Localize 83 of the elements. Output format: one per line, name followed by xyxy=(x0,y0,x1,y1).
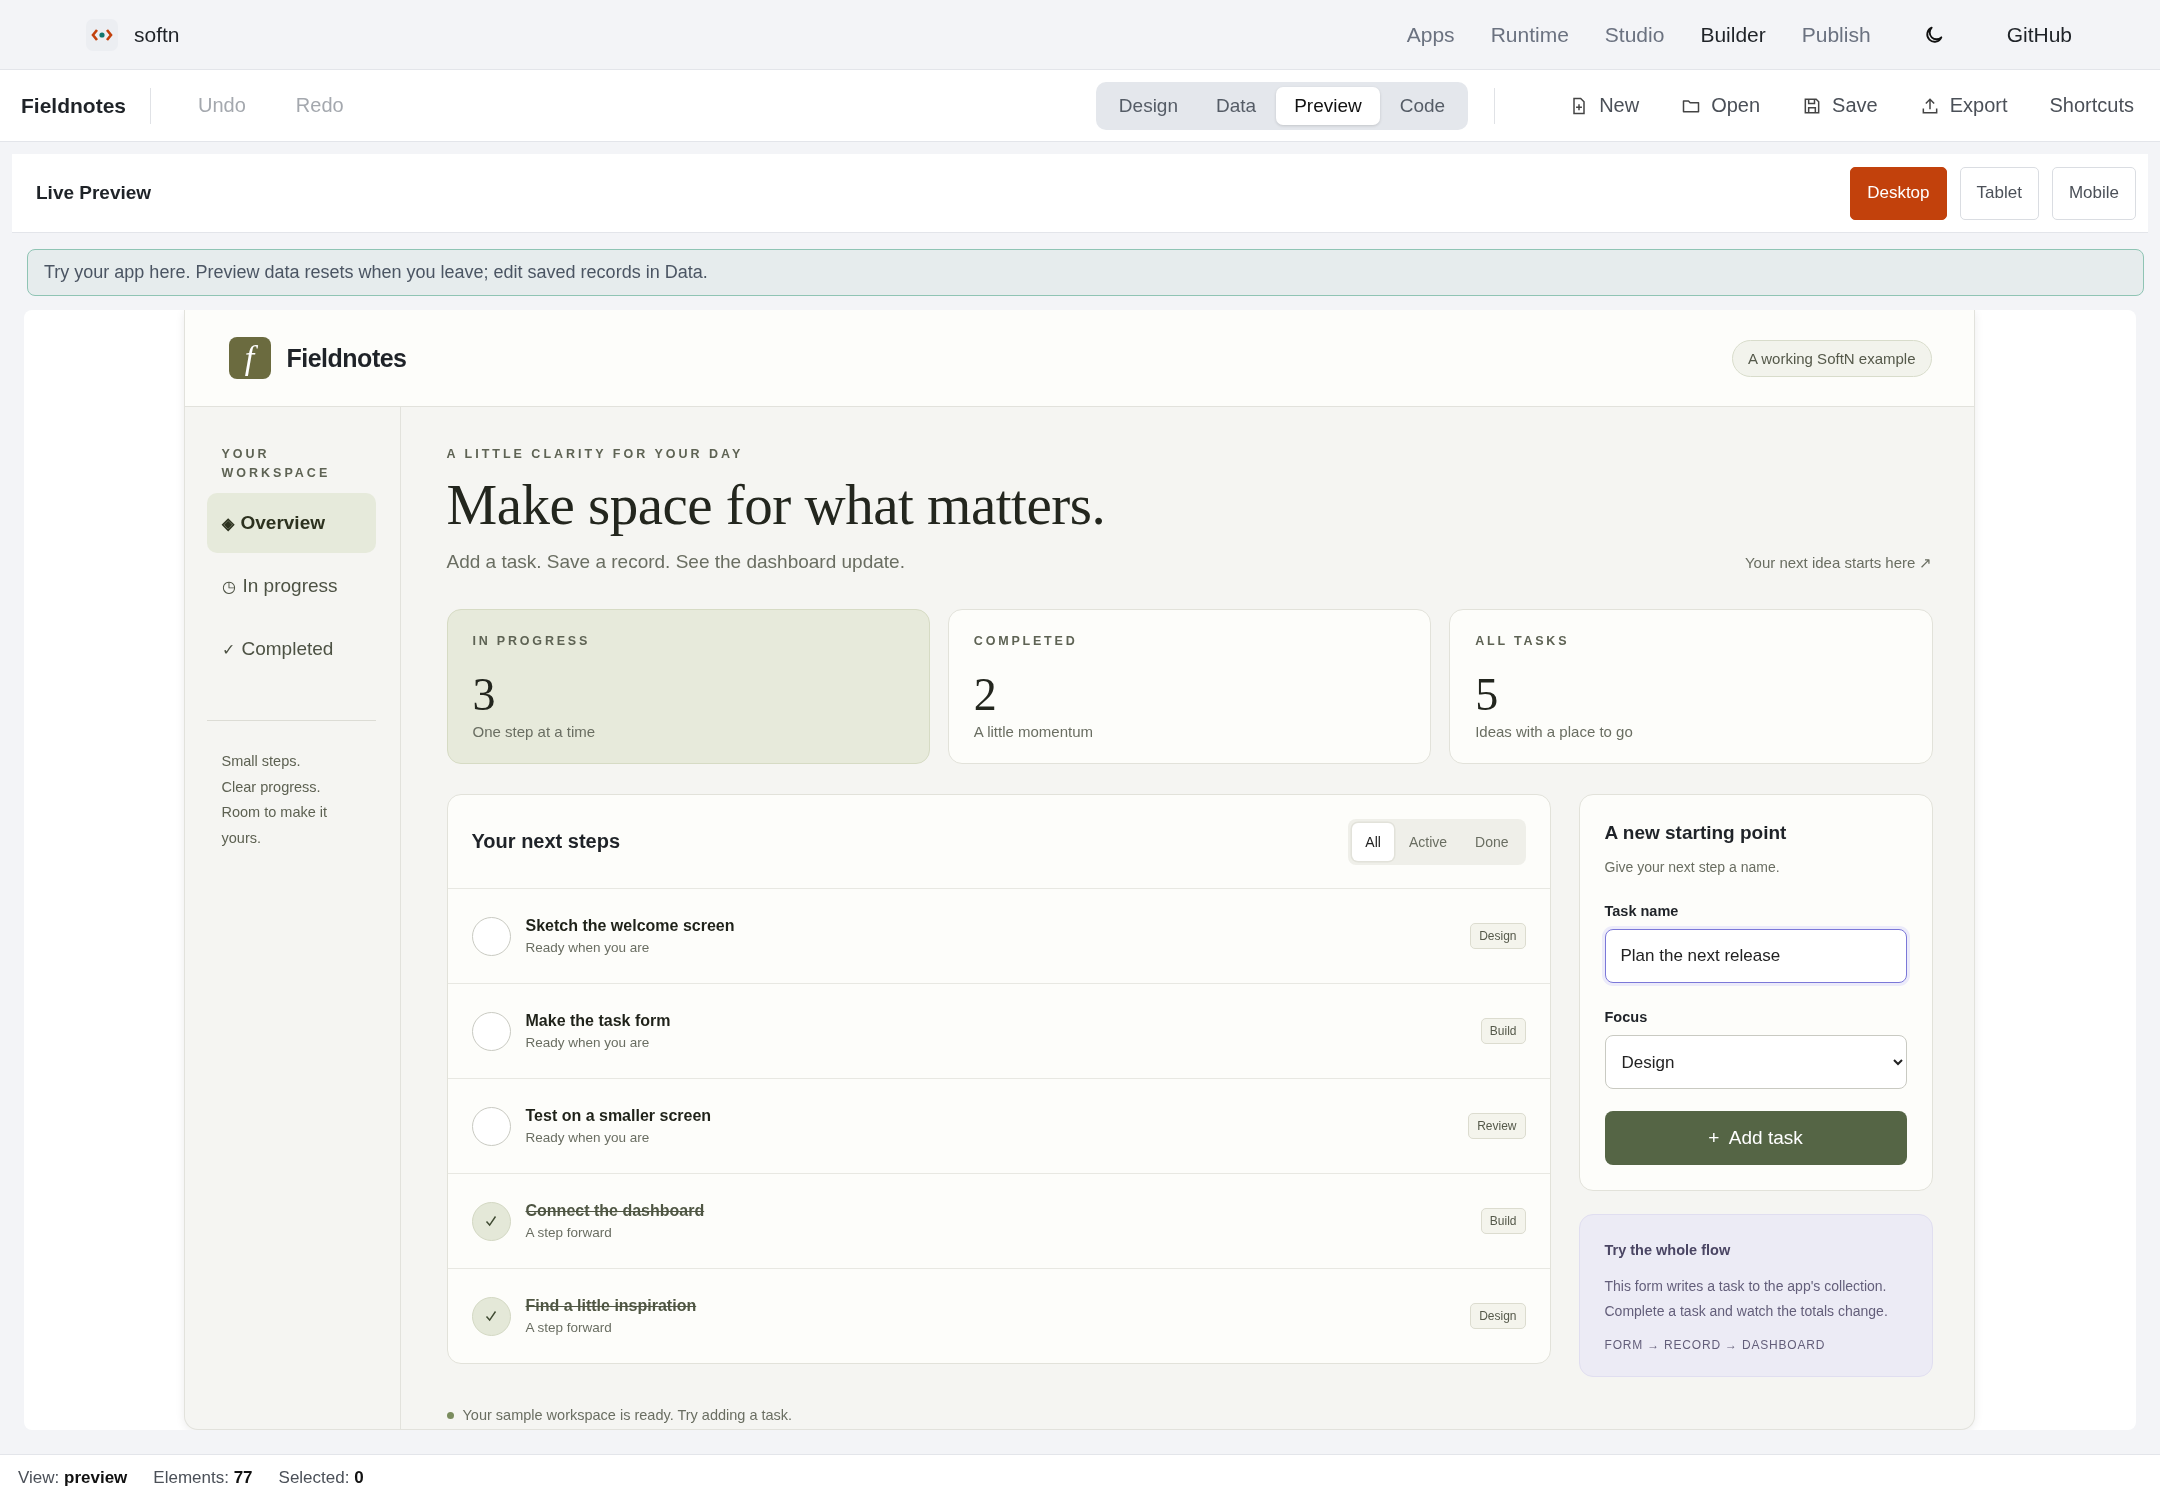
eyebrow-text: A LITTLE CLARITY FOR YOUR DAY xyxy=(446,447,745,461)
toolbar-button[interactable]: New xyxy=(1569,94,1640,117)
task-tag: Design xyxy=(1470,1303,1526,1329)
sidebar-item[interactable]: ◷ In progress xyxy=(206,556,376,616)
sidebar-item[interactable]: ◈ Overview xyxy=(206,493,376,553)
task-checkbox[interactable] xyxy=(471,1106,511,1146)
tip-text: This form writes a task to the app's collection. Complete a task and watch the totals change. xyxy=(1604,1277,1889,1321)
task-checkbox[interactable] xyxy=(471,916,511,956)
task-checkbox[interactable] xyxy=(471,1296,511,1336)
idea-link[interactable]: Your next idea starts here ↗ xyxy=(1744,554,1933,572)
focus-select[interactable]: Design xyxy=(1604,1035,1907,1089)
sidebar-note: Small steps. Clear progress. Room to make it yours. xyxy=(220,752,329,848)
form-title: A new starting point xyxy=(1604,822,1788,844)
sidebar-item[interactable]: ✓ Completed xyxy=(206,619,376,679)
stat-caption: One step at a time xyxy=(472,723,597,740)
status-item: View: preview xyxy=(18,1467,128,1488)
brand-mark: f xyxy=(228,337,271,379)
task-title: Find a little inspiration xyxy=(525,1297,698,1315)
status-dot xyxy=(446,1411,454,1419)
filter-tab[interactable]: Active xyxy=(1395,822,1461,861)
nav-link[interactable]: Publish xyxy=(1801,22,1871,47)
stat-label: IN PROGRESS xyxy=(472,634,592,648)
stat-caption: Ideas with a place to go xyxy=(1475,723,1634,740)
toolbar-button[interactable]: Export xyxy=(1919,94,2008,117)
nav-link[interactable]: Studio xyxy=(1604,22,1665,47)
nav-link[interactable]: Apps xyxy=(1406,22,1455,47)
flow-text: FORM → RECORD → DASHBOARD xyxy=(1604,1338,1827,1352)
brand-name[interactable]: softn xyxy=(134,22,180,47)
tip-title: Try the whole flow xyxy=(1604,1242,1732,1258)
logo-icon xyxy=(86,18,118,51)
form-hint: Give your next step a name. xyxy=(1604,859,1781,875)
sidebar-heading: YOUR WORKSPACE xyxy=(221,446,332,482)
task-tag: Build xyxy=(1480,1208,1526,1234)
device-button[interactable]: Mobile xyxy=(2051,166,2136,220)
task-checkbox[interactable] xyxy=(471,1011,511,1051)
task-tag: Build xyxy=(1480,1018,1526,1044)
panel-title: Live Preview xyxy=(36,182,152,204)
panel-title: Your next steps xyxy=(471,830,621,853)
field-label: Task name xyxy=(1604,903,1680,919)
mode-tab[interactable]: Code xyxy=(1381,86,1464,125)
toolbar-button[interactable]: Open xyxy=(1681,94,1761,117)
device-button[interactable]: Tablet xyxy=(1959,166,2039,220)
subtitle: Add a task. Save a record. See the dashboard update. xyxy=(446,551,905,573)
stat-label: ALL TASKS xyxy=(1475,634,1571,648)
field-label: Focus xyxy=(1604,1009,1649,1025)
mode-tab[interactable]: Data xyxy=(1198,86,1275,125)
stat-value: 3 xyxy=(472,670,497,720)
task-subtitle: Ready when you are xyxy=(525,1130,651,1145)
stat-value: 5 xyxy=(1475,670,1500,720)
mode-tab[interactable]: Preview xyxy=(1276,86,1380,125)
task-title: Connect the dashboard xyxy=(525,1202,706,1220)
toolbar-button[interactable]: Save xyxy=(1802,94,1878,117)
filter-tab[interactable]: All xyxy=(1352,822,1394,861)
headline: Make space for what matters. xyxy=(446,473,1107,537)
filter-tab[interactable]: Done xyxy=(1462,822,1522,861)
nav-link[interactable]: Runtime xyxy=(1490,22,1569,47)
toolbar-button[interactable]: Shortcuts xyxy=(2049,94,2134,117)
info-banner: Try your app here. Preview data resets when you leave; edit saved records in Data. xyxy=(27,249,2144,296)
nav-link[interactable]: Builder xyxy=(1700,22,1766,47)
task-subtitle: Ready when you are xyxy=(525,940,651,955)
device-button[interactable]: Desktop xyxy=(1850,166,1947,220)
task-name-field[interactable]: Plan the next release xyxy=(1604,929,1907,983)
add-task-button[interactable]: + Add task xyxy=(1604,1111,1907,1165)
footer-note: Your sample workspace is ready. Try adding a task. xyxy=(462,1407,793,1423)
task-checkbox[interactable] xyxy=(471,1201,511,1241)
task-subtitle: Ready when you are xyxy=(525,1035,651,1050)
github-link[interactable]: GitHub xyxy=(2006,22,2072,47)
mode-tab[interactable]: Design xyxy=(1100,86,1196,125)
task-tag: Review xyxy=(1468,1113,1526,1139)
stat-value: 2 xyxy=(973,670,998,720)
stat-caption: A little momentum xyxy=(973,723,1095,740)
task-subtitle: A step forward xyxy=(525,1225,613,1240)
task-tag: Design xyxy=(1470,923,1526,949)
task-title: Make the task form xyxy=(525,1012,672,1030)
project-title: Fieldnotes xyxy=(21,93,126,118)
task-subtitle: A step forward xyxy=(525,1320,613,1335)
stat-label: COMPLETED xyxy=(973,634,1079,648)
task-title: Sketch the welcome screen xyxy=(525,917,736,935)
task-title: Test on a smaller screen xyxy=(525,1107,713,1125)
status-item: Elements: 77 xyxy=(153,1467,253,1488)
example-badge: A working SoftN example xyxy=(1731,339,1932,377)
status-item: Selected: 0 xyxy=(278,1467,364,1488)
app-title: Fieldnotes xyxy=(286,343,407,373)
